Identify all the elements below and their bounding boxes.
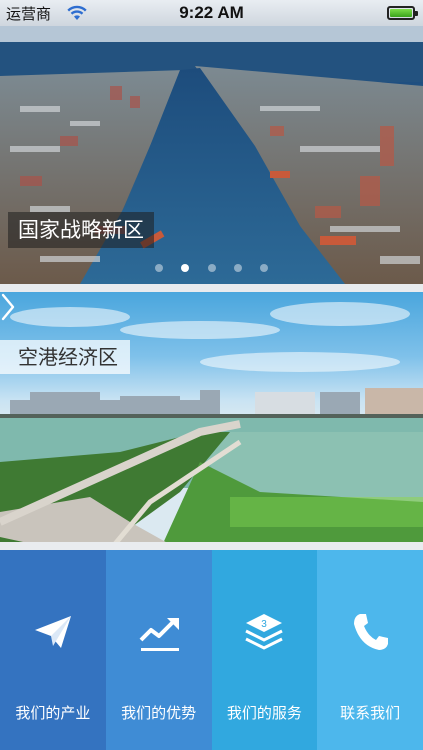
page-dot-active[interactable] <box>181 264 190 272</box>
menu-item-advantage[interactable]: 我们的优势 <box>105 550 212 750</box>
layers-badge: 3 <box>262 619 268 630</box>
battery-icon <box>387 6 418 20</box>
divider <box>0 284 423 292</box>
city-park-photo <box>0 302 423 550</box>
layers-icon: 3 <box>245 614 284 650</box>
menu-item-label: 我们的产业 <box>15 704 91 722</box>
clock: 9:22 AM <box>179 3 244 22</box>
trend-up-icon <box>139 618 179 651</box>
banner-carousel[interactable]: 国家战略新区 <box>0 26 423 284</box>
chevron-right-icon[interactable] <box>0 292 16 322</box>
page-dot[interactable] <box>233 264 242 272</box>
menu-item-label: 我们的服务 <box>226 704 302 722</box>
status-bar: 运营商 9:22 AM <box>0 0 423 26</box>
bottom-menu: 我们的产业 我们的优势 3 我们的服务 联系我们 <box>0 550 423 750</box>
menu-item-label: 联系我们 <box>340 704 401 722</box>
page-dot[interactable] <box>207 264 216 272</box>
featured-banner[interactable]: 空港经济区 <box>0 292 423 550</box>
page-dot[interactable] <box>260 264 269 272</box>
page-dot[interactable] <box>154 264 163 272</box>
paper-plane-icon <box>34 616 71 648</box>
banner-title: 空港经济区 <box>0 340 130 374</box>
carousel-page-indicator[interactable] <box>0 259 423 277</box>
banner-title: 国家战略新区 <box>8 212 154 248</box>
phone-icon <box>354 614 389 650</box>
menu-item-service[interactable]: 3 我们的服务 <box>211 550 318 750</box>
menu-item-contact[interactable]: 联系我们 <box>317 550 423 750</box>
menu-item-industry[interactable]: 我们的产业 <box>0 550 106 750</box>
battery-fill <box>390 9 412 17</box>
menu-item-label: 我们的优势 <box>121 704 197 722</box>
